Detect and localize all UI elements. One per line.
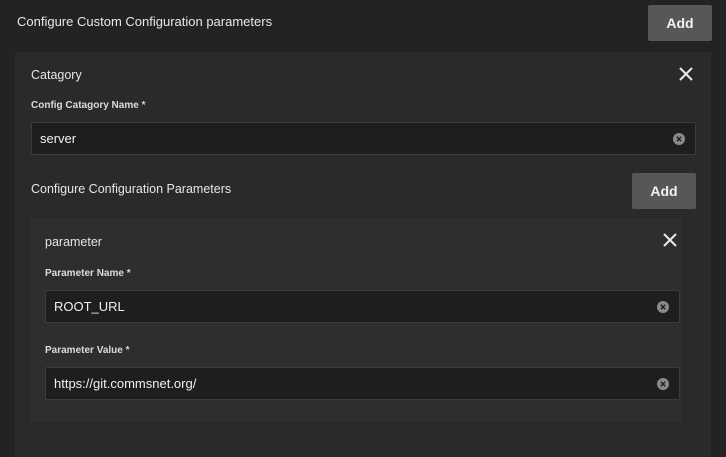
add-category-button[interactable]: Add bbox=[648, 5, 712, 41]
config-category-name-input[interactable] bbox=[40, 123, 663, 154]
close-icon[interactable] bbox=[661, 231, 679, 249]
parameter-name-field[interactable] bbox=[45, 290, 680, 323]
close-icon[interactable] bbox=[677, 65, 695, 83]
parameter-title: parameter bbox=[45, 235, 102, 249]
add-parameter-button[interactable]: Add bbox=[632, 173, 696, 209]
category-title: Catagory bbox=[31, 68, 82, 82]
config-category-name-field[interactable] bbox=[31, 122, 696, 155]
parameter-panel: parameter Parameter Name * P bbox=[30, 218, 682, 422]
parameter-value-input[interactable] bbox=[54, 368, 647, 399]
parameter-name-label: Parameter Name * bbox=[45, 268, 131, 279]
config-form: Configure Custom Configuration parameter… bbox=[0, 0, 726, 457]
parameter-value-field[interactable] bbox=[45, 367, 680, 400]
parameter-name-input[interactable] bbox=[54, 291, 647, 322]
page-title: Configure Custom Configuration parameter… bbox=[17, 14, 273, 29]
clear-icon[interactable] bbox=[657, 300, 669, 313]
parameter-value-label: Parameter Value * bbox=[45, 345, 130, 356]
clear-icon[interactable] bbox=[657, 377, 669, 390]
configure-parameters-title: Configure Configuration Parameters bbox=[31, 182, 232, 196]
config-category-name-label: Config Catagory Name * bbox=[31, 100, 146, 111]
category-panel: Catagory Config Catagory Name * Configur… bbox=[15, 52, 711, 457]
clear-icon[interactable] bbox=[673, 132, 685, 145]
